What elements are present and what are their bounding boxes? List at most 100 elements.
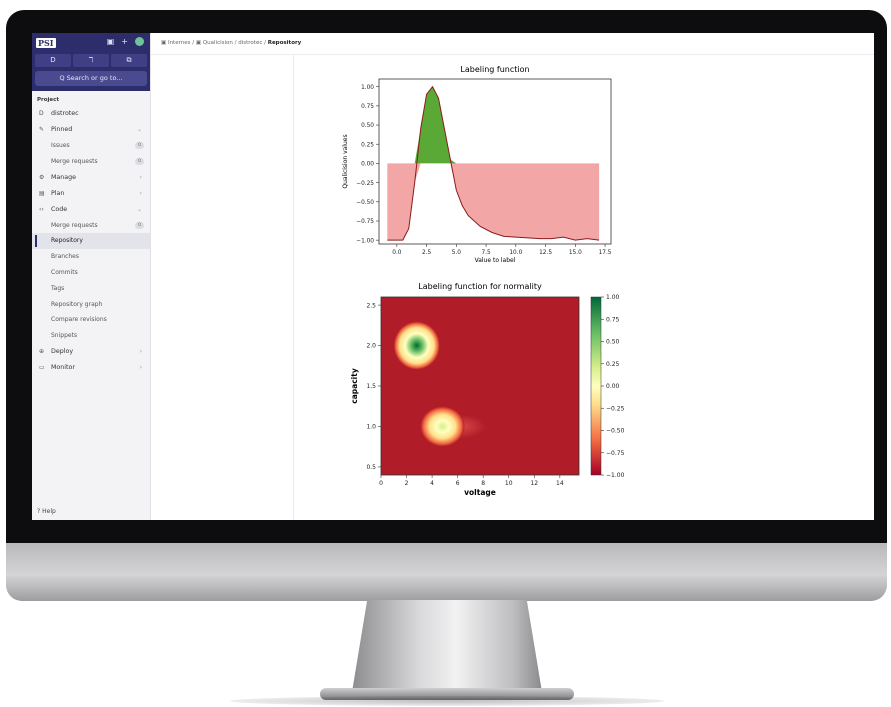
x-tick-label: 15.0 <box>569 250 582 256</box>
x-tick-label: 10 <box>505 480 513 487</box>
chevron-right-icon: › <box>139 173 142 181</box>
sidebar-item-repository-graph[interactable]: Repository graph <box>32 297 150 313</box>
sidebar-item-label: Compare revisions <box>51 316 107 324</box>
x-tick-label: 2.5 <box>422 250 432 256</box>
x-tick-label: 2 <box>405 480 409 487</box>
sidebar-item-branches[interactable]: Branches <box>32 249 150 265</box>
count-badge: 0 <box>135 221 144 229</box>
code-icon: ‹› <box>39 205 44 213</box>
sidebar-item-code[interactable]: ‹› Code ⌄ <box>32 202 150 218</box>
chevron-down-icon: ⌄ <box>136 126 142 133</box>
y-tick-label: 0.50 <box>361 123 374 129</box>
sidebar-item-label: Merge requests <box>51 221 98 229</box>
monitor-chin <box>6 543 887 601</box>
help-button[interactable]: ? Help <box>37 508 56 515</box>
labeling-function-chart: Labeling function 1.00 0.75 0.50 0.25 0.00 −0.… <box>342 65 612 264</box>
sidebar-item-merge-requests[interactable]: Merge requests 0 <box>32 218 150 234</box>
sidebar-item-compare-revisions[interactable]: Compare revisions <box>32 312 150 328</box>
project-name: distrotec <box>51 110 79 117</box>
y-tick-label: −0.25 <box>356 181 374 187</box>
sidebar-item-label: Plan <box>51 189 65 197</box>
sidebar-item-manage[interactable]: ⚙ Manage › <box>32 170 150 186</box>
colorbar-tick-label: 0.00 <box>606 383 620 390</box>
colorbar-tick-label: −1.00 <box>606 472 625 479</box>
sidebar-item-label: Issues <box>51 142 70 149</box>
x-axis-label: Value to label <box>475 257 516 264</box>
x-tick-label: 10.0 <box>509 250 522 256</box>
stand-shadow <box>230 696 664 706</box>
y-tick-label: 0.5 <box>366 464 376 471</box>
sidebar-item-label: Merge requests <box>51 157 98 165</box>
deploy-icon: ⊕ <box>39 347 45 355</box>
y-tick-label: 2.0 <box>366 343 376 350</box>
sidebar-item-issues[interactable]: Issues 0 <box>32 138 150 154</box>
group-icon: ▣ <box>161 40 167 46</box>
sidebar-item-label: Manage <box>51 173 77 181</box>
todo-quick-button[interactable]: ⧉ <box>111 54 147 67</box>
plus-icon[interactable]: + <box>121 37 128 46</box>
chevron-right-icon: › <box>139 347 142 355</box>
y-tick-label: 0.25 <box>361 142 374 148</box>
colorbar-tick-label: 1.00 <box>606 294 620 301</box>
x-tick-label: 12.5 <box>539 250 552 256</box>
merge-requests-quick-button[interactable]: ℸ <box>73 54 109 67</box>
monitor-icon: ▭ <box>39 363 45 371</box>
y-tick-label: 1.5 <box>366 383 376 390</box>
chart-title: Labeling function for normality <box>418 282 542 291</box>
x-tick-label: 6 <box>456 480 460 487</box>
breadcrumb-distrotec[interactable]: distrotec <box>238 40 262 46</box>
breadcrumb-internes[interactable]: Internes <box>168 40 191 46</box>
sidebar-top-icons: ▣ + <box>107 37 144 46</box>
sidebar-item-label: Repository <box>51 237 83 245</box>
colorbar-tick-label: 0.25 <box>606 361 620 368</box>
breadcrumb-repository: Repository <box>267 40 302 46</box>
sidebar-item-commits[interactable]: Commits <box>32 265 150 281</box>
x-tick-label: 8 <box>481 480 485 487</box>
x-tick-label: 0 <box>379 480 383 487</box>
y-tick-label: −1.00 <box>356 238 374 244</box>
colorbar-tick-label: −0.75 <box>606 450 625 457</box>
chart-title: Labeling function <box>460 65 529 74</box>
breadcrumb: ▣ Internes / ▣ Qualicision / distrotec /… <box>151 33 874 55</box>
panel-toggle-icon[interactable]: ▣ <box>107 37 115 46</box>
colorbar <box>590 296 602 476</box>
sidebar-item-snippets[interactable]: Snippets <box>32 328 150 344</box>
colorbar-tick-label: 0.50 <box>606 339 620 346</box>
search-button[interactable]: Q Search or go to... <box>35 71 147 86</box>
y-tick-label: −0.50 <box>356 200 374 206</box>
sidebar-item-label: Pinned <box>51 126 73 133</box>
sidebar-item-repository[interactable]: Repository <box>32 233 150 250</box>
chevron-right-icon: › <box>139 363 142 371</box>
sidebar-item-tags[interactable]: Tags <box>32 281 150 297</box>
quick-actions: D ℸ ⧉ <box>35 54 147 67</box>
x-axis-label: voltage <box>464 488 496 497</box>
project-item[interactable]: Ddistrotec <box>32 106 150 122</box>
issues-quick-button[interactable]: D <box>35 54 71 67</box>
x-tick-label: 17.5 <box>599 250 612 256</box>
colorbar-tick-label: 0.75 <box>606 316 620 323</box>
x-tick-label: 4 <box>430 480 434 487</box>
heatmap-blob-high <box>393 321 440 370</box>
app-logo[interactable]: PSI <box>36 38 56 48</box>
sidebar-item-plan[interactable]: ▤ Plan › <box>32 186 150 202</box>
sidebar-item-label: Tags <box>51 284 65 292</box>
sidebar-item-pinned[interactable]: ✎ Pinned ⌄ <box>32 122 150 138</box>
y-axis-label: Qualicision values <box>342 134 349 188</box>
sidebar-item-monitor[interactable]: ▭ Monitor › <box>32 360 150 376</box>
x-tick-label: 7.5 <box>481 250 491 256</box>
negative-area <box>387 163 600 241</box>
chevron-down-icon: ⌄ <box>136 205 142 213</box>
sidebar: PSI ▣ + D ℸ ⧉ Q Search or go to... Proje… <box>32 33 151 520</box>
sidebar-item-merge-requests-pinned[interactable]: Merge requests 0 <box>32 154 150 170</box>
colorbar-tick-label: −0.25 <box>606 405 625 412</box>
subgroup-icon: ▣ <box>195 40 202 46</box>
breadcrumb-qualicision[interactable]: Qualicision <box>203 40 233 46</box>
chevron-right-icon: › <box>139 189 142 197</box>
x-tick-label: 12 <box>530 480 538 487</box>
avatar[interactable] <box>135 37 144 46</box>
project-icon: D <box>39 110 44 117</box>
sidebar-item-deploy[interactable]: ⊕ Deploy › <box>32 344 150 360</box>
screen: PSI ▣ + D ℸ ⧉ Q Search or go to... Proje… <box>32 33 874 520</box>
y-axis-label: capacity <box>350 368 359 404</box>
x-tick-label: 0.0 <box>392 250 402 256</box>
